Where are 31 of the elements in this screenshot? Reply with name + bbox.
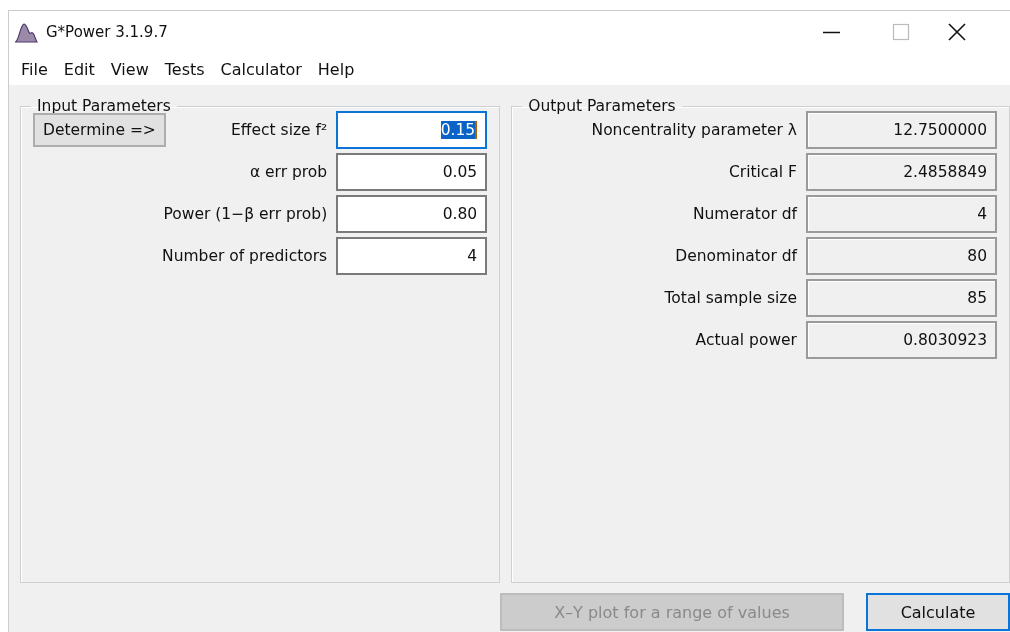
input-field[interactable]: 0.80 — [336, 195, 488, 233]
field-label: Power (1−β err prob) — [163, 205, 328, 223]
output-field: 12.7500000 — [806, 111, 997, 149]
field-label: Critical F — [728, 163, 797, 181]
menu-item[interactable]: Help — [309, 59, 363, 79]
menu-item[interactable]: Edit — [55, 59, 103, 79]
action-button[interactable]: Calculate — [866, 593, 1010, 631]
determine-button[interactable]: Determine => — [33, 113, 166, 147]
menu-item[interactable]: Calculator — [212, 59, 310, 79]
input-field[interactable]: 0.05 — [336, 153, 488, 191]
menu-item[interactable]: File — [13, 59, 56, 79]
output-field: 2.4858849 — [806, 153, 997, 191]
menu-item[interactable]: Tests — [156, 59, 213, 79]
menu-item[interactable]: View — [102, 59, 157, 79]
field-label: Total sample size — [664, 289, 797, 307]
output-field: 0.8030923 — [806, 321, 997, 359]
field-label: Actual power — [695, 331, 797, 349]
field-label: α err prob — [249, 163, 328, 181]
field-label: Noncentrality parameter λ — [591, 121, 797, 139]
panel-title: Input Parameters — [36, 97, 172, 115]
window-title: G*Power 3.1.9.7 — [46, 23, 168, 41]
panel-title: Output Parameters — [527, 97, 677, 115]
field-label: Effect size f² — [231, 121, 328, 139]
output-field: 4 — [806, 195, 997, 233]
output-field: 80 — [806, 237, 997, 275]
output-field: 85 — [806, 279, 997, 317]
field-label: Denominator df — [675, 247, 797, 265]
field-label: Numerator df — [692, 205, 797, 223]
input-field[interactable]: 4 — [336, 237, 488, 275]
field-label: Number of predictors — [162, 247, 328, 265]
input-field[interactable]: 0.15 — [336, 111, 488, 149]
